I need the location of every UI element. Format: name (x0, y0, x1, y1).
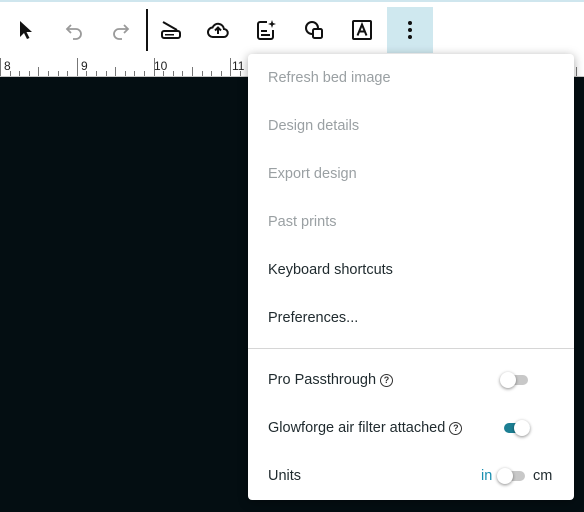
menu-item-past-prints[interactable]: Past prints (248, 198, 574, 246)
text-button[interactable] (339, 7, 385, 53)
redo-button[interactable] (98, 7, 144, 53)
cloud-upload-icon (207, 22, 229, 38)
menu-item-label: Past prints (268, 214, 337, 230)
units-toggle[interactable] (497, 466, 525, 486)
setting-label: Units (268, 468, 302, 484)
ruler-tick (144, 71, 145, 76)
shapes-button[interactable] (291, 7, 337, 53)
ruler-label: 8 (4, 59, 11, 73)
cursor-arrow-icon (20, 21, 32, 39)
menu-divider (248, 348, 574, 349)
scanner-icon (161, 21, 181, 39)
upload-button[interactable] (195, 7, 241, 53)
select-tool-button[interactable] (3, 7, 49, 53)
setting-units: Units (248, 452, 574, 500)
ruler-tick (106, 71, 107, 76)
ruler-tick (67, 71, 68, 76)
ruler-tick (182, 71, 183, 76)
toggle-knob (500, 372, 516, 388)
menu-item-label: Preferences... (268, 310, 359, 326)
ruler-tick (96, 71, 97, 76)
menu-item-label: Keyboard shortcuts (268, 262, 393, 278)
help-icon[interactable]: ? (449, 421, 463, 435)
undo-icon (65, 24, 82, 40)
units-cm-label[interactable]: cm (533, 468, 552, 484)
ruler-tick (576, 67, 577, 76)
units-in-label[interactable]: in (481, 468, 492, 484)
ruler-tick (192, 67, 193, 76)
ruler-tick (211, 71, 212, 76)
create-design-button[interactable] (243, 7, 289, 53)
menu-item-design-details[interactable]: Design details (248, 102, 574, 150)
more-options-button[interactable] (387, 7, 433, 53)
shapes-icon (305, 21, 323, 39)
ruler-label: 9 (81, 59, 88, 73)
ruler-tick (221, 71, 222, 76)
toggle-knob (497, 468, 513, 484)
ruler-tick (230, 58, 231, 76)
ruler-tick (0, 58, 1, 76)
undo-button[interactable] (51, 7, 97, 53)
menu-item-label: Refresh bed image (268, 70, 391, 86)
air-filter-toggle[interactable] (502, 418, 530, 438)
ruler-tick (173, 71, 174, 76)
redo-icon (113, 24, 130, 40)
menu-item-preferences[interactable]: Preferences... (248, 294, 574, 342)
help-icon[interactable]: ? (380, 373, 394, 387)
ruler-tick (58, 71, 59, 76)
pro-passthrough-toggle[interactable] (500, 370, 528, 390)
more-options-menu: Refresh bed image Design details Export … (248, 54, 574, 500)
design-sparkle-icon (257, 20, 276, 40)
ruler-tick (134, 71, 135, 76)
ruler-tick (202, 71, 203, 76)
ruler-tick (19, 71, 20, 76)
setting-label: Glowforge air filter attached (268, 420, 446, 436)
setting-label: Pro Passthrough (268, 372, 377, 388)
ruler-label: 11 (232, 59, 245, 73)
toolbar (0, 2, 584, 57)
ruler-tick (125, 71, 126, 76)
more-vertical-icon (408, 21, 412, 39)
ruler-tick (29, 71, 30, 76)
ruler-tick (77, 58, 78, 76)
scan-button[interactable] (148, 7, 194, 53)
toggle-knob (514, 420, 530, 436)
menu-item-keyboard-shortcuts[interactable]: Keyboard shortcuts (248, 246, 574, 294)
ruler-tick (38, 67, 39, 76)
menu-item-refresh-bed-image[interactable]: Refresh bed image (248, 54, 574, 102)
text-box-icon (352, 20, 372, 40)
menu-item-label: Export design (268, 166, 357, 182)
menu-item-label: Design details (268, 118, 360, 134)
menu-item-export-design[interactable]: Export design (248, 150, 574, 198)
ruler-label: 10 (154, 59, 168, 73)
ruler-tick (48, 71, 49, 76)
ruler-tick (115, 67, 116, 76)
